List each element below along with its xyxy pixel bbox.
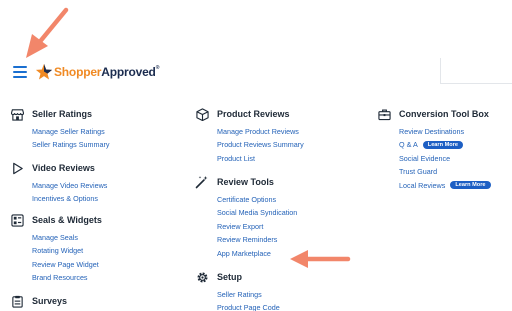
link-product-reviews-summary[interactable]: Product Reviews Summary bbox=[217, 138, 304, 151]
box-icon bbox=[195, 107, 209, 121]
link-rotating-widget[interactable]: Rotating Widget bbox=[32, 244, 99, 257]
section-header: Seller Ratings bbox=[10, 106, 92, 122]
link-incentives-options[interactable]: Incentives & Options bbox=[32, 192, 107, 205]
section-seals-widgets: Seals & Widgets Manage Seals Rotating Wi… bbox=[10, 212, 102, 282]
link-manage-seller-ratings[interactable]: Manage Seller Ratings bbox=[32, 125, 110, 138]
logo-text: ShopperApproved® bbox=[54, 65, 159, 79]
section-title: Setup bbox=[217, 272, 243, 282]
section-product-reviews: Product Reviews Manage Product Reviews P… bbox=[195, 106, 304, 163]
section-header: Product Reviews bbox=[195, 106, 290, 122]
section-surveys: Surveys bbox=[10, 293, 67, 309]
section-links: Review Destinations Q & A Learn More Soc… bbox=[399, 125, 491, 192]
hamburger-icon bbox=[13, 66, 27, 68]
section-conversion-tool-box: Conversion Tool Box Review Destinations … bbox=[377, 106, 491, 190]
link-setup-seller-ratings[interactable]: Seller Ratings bbox=[217, 288, 280, 301]
section-links: Manage Video Reviews Incentives & Option… bbox=[32, 179, 107, 206]
link-social-evidence[interactable]: Social Evidence bbox=[399, 152, 491, 165]
link-product-page-code[interactable]: Product Page Code bbox=[217, 301, 280, 311]
top-header: ShopperApproved® bbox=[0, 0, 512, 90]
link-review-export[interactable]: Review Export bbox=[217, 220, 297, 233]
link-app-marketplace[interactable]: App Marketplace bbox=[217, 247, 297, 260]
section-title: Seller Ratings bbox=[32, 109, 93, 119]
logo-text-approved: Approved bbox=[101, 65, 156, 79]
section-header: Conversion Tool Box bbox=[377, 106, 489, 122]
widgets-icon bbox=[10, 213, 24, 227]
section-header: Setup bbox=[195, 269, 242, 285]
link-label: Q & A bbox=[399, 140, 418, 150]
section-links: Manage Product Reviews Product Reviews S… bbox=[217, 125, 304, 165]
link-brand-resources[interactable]: Brand Resources bbox=[32, 271, 99, 284]
header-account-area[interactable] bbox=[440, 58, 512, 84]
section-links: Seller Ratings Product Page Code bbox=[217, 288, 280, 311]
menu-button[interactable] bbox=[13, 66, 27, 78]
link-manage-video-reviews[interactable]: Manage Video Reviews bbox=[32, 179, 107, 192]
section-title: Conversion Tool Box bbox=[399, 109, 489, 119]
link-certificate-options[interactable]: Certificate Options bbox=[217, 193, 297, 206]
section-header: Video Reviews bbox=[10, 160, 95, 176]
link-manage-product-reviews[interactable]: Manage Product Reviews bbox=[217, 125, 304, 138]
section-title: Seals & Widgets bbox=[32, 215, 102, 225]
link-manage-seals[interactable]: Manage Seals bbox=[32, 231, 99, 244]
section-title: Review Tools bbox=[217, 177, 274, 187]
link-label: Local Reviews bbox=[399, 180, 446, 190]
link-review-reminders[interactable]: Review Reminders bbox=[217, 233, 297, 246]
section-header: Seals & Widgets bbox=[10, 212, 102, 228]
link-review-page-widget[interactable]: Review Page Widget bbox=[32, 258, 99, 271]
logo-trademark: ® bbox=[155, 65, 160, 71]
section-links: Manage Seller Ratings Seller Ratings Sum… bbox=[32, 125, 110, 152]
section-links: Certificate Options Social Media Syndica… bbox=[217, 193, 297, 260]
gear-icon bbox=[195, 270, 209, 284]
learn-more-badge[interactable]: Learn More bbox=[450, 181, 491, 190]
section-title: Surveys bbox=[32, 296, 68, 306]
link-trust-guard[interactable]: Trust Guard bbox=[399, 165, 491, 178]
store-icon bbox=[10, 107, 24, 121]
hamburger-line bbox=[13, 76, 27, 78]
section-title: Video Reviews bbox=[32, 163, 95, 173]
annotation-arrow-app-marketplace bbox=[290, 250, 351, 268]
section-title: Product Reviews bbox=[217, 109, 290, 119]
hamburger-line bbox=[13, 71, 27, 73]
link-social-media-syndication[interactable]: Social Media Syndication bbox=[217, 206, 297, 219]
learn-more-badge[interactable]: Learn More bbox=[422, 141, 463, 150]
star-logo-icon bbox=[35, 63, 53, 80]
link-q-and-a[interactable]: Q & A Learn More bbox=[399, 138, 491, 151]
section-header: Surveys bbox=[10, 293, 67, 309]
section-setup: Setup Seller Ratings Product Page Code bbox=[195, 269, 280, 311]
link-seller-ratings-summary[interactable]: Seller Ratings Summary bbox=[32, 138, 110, 151]
clipboard-icon bbox=[10, 294, 24, 308]
toolbox-icon bbox=[377, 107, 391, 121]
play-icon bbox=[10, 161, 24, 175]
link-local-reviews[interactable]: Local Reviews Learn More bbox=[399, 179, 491, 192]
magic-wand-icon bbox=[195, 175, 209, 189]
logo-text-shopper: Shopper bbox=[54, 65, 102, 79]
link-review-destinations[interactable]: Review Destinations bbox=[399, 125, 491, 138]
section-seller-ratings: Seller Ratings Manage Seller Ratings Sel… bbox=[10, 106, 110, 149]
annotation-arrow-menu bbox=[26, 7, 69, 58]
section-header: Review Tools bbox=[195, 174, 274, 190]
link-product-list[interactable]: Product List bbox=[217, 152, 304, 165]
section-video-reviews: Video Reviews Manage Video Reviews Incen… bbox=[10, 160, 107, 203]
section-review-tools: Review Tools Certificate Options Social … bbox=[195, 174, 297, 258]
section-links: Manage Seals Rotating Widget Review Page… bbox=[32, 231, 99, 285]
shopper-approved-logo[interactable]: ShopperApproved® bbox=[35, 62, 159, 82]
